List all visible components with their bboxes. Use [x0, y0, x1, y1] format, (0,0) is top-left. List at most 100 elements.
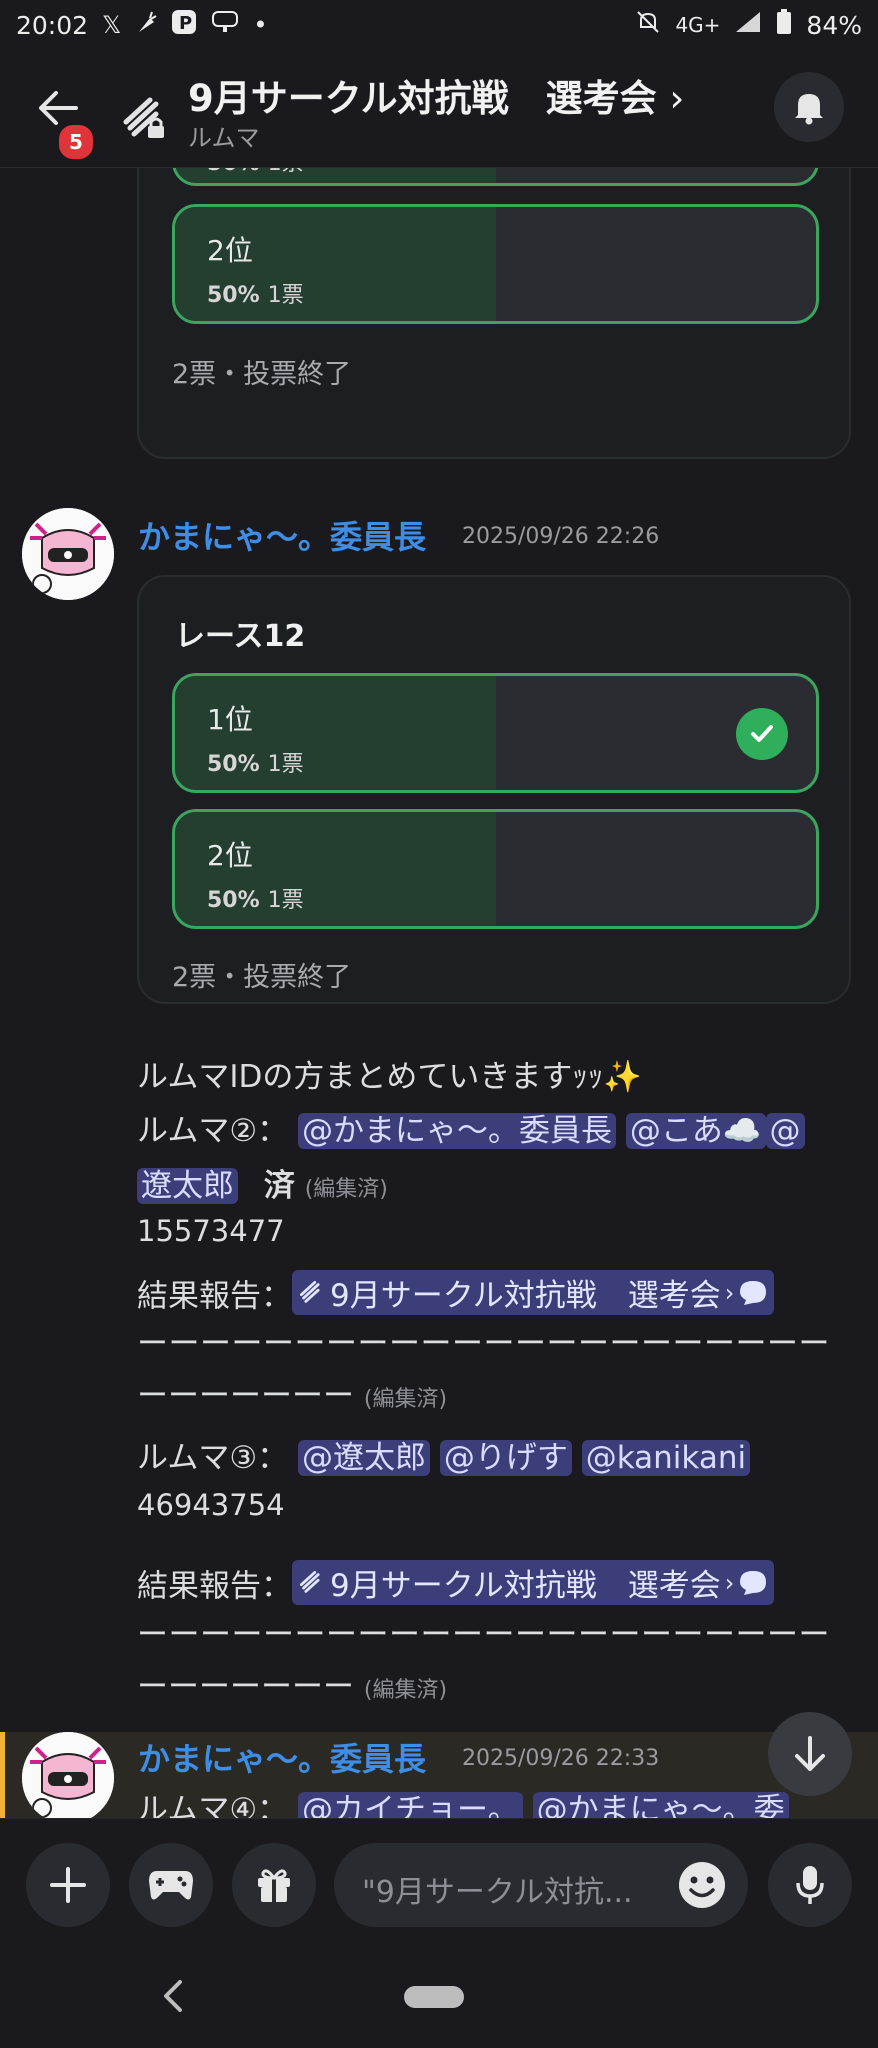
svg-text:P: P	[179, 13, 192, 34]
message-timestamp: 2025/09/26 22:33	[462, 1746, 660, 1771]
avatar[interactable]	[22, 1732, 114, 1818]
avatar-cat-icon	[22, 508, 114, 600]
mention[interactable]: 遼太郎	[137, 1168, 238, 1204]
status-right: 4G+ 84%	[635, 9, 862, 41]
message-input-placeholder: "9月サークル対抗...	[362, 1875, 633, 1910]
edited-label: (編集済)	[363, 1678, 448, 1703]
poll-option-partial[interactable]: 50% 1票	[172, 168, 819, 186]
poll-footer: 2票・投票終了	[172, 962, 352, 993]
unread-badge: 5	[56, 122, 96, 162]
thread-bubble-icon	[740, 1570, 767, 1595]
system-nav-bar	[0, 1948, 878, 2048]
gamepad-icon	[149, 1871, 193, 1900]
channel-link-text: 9月サークル対抗戦 選考会	[330, 1278, 721, 1314]
add-attachment-button[interactable]	[26, 1843, 110, 1927]
poll-option-votes: 1票	[268, 168, 304, 176]
message-line-r4: ルムマ④： @カイチョー。 @かまにゃ〜。委	[137, 1784, 789, 1818]
channel-link[interactable]: 9月サークル対抗戦 選考会 ›	[292, 1270, 775, 1315]
battery-percent: 84%	[806, 10, 862, 40]
avatar-cat-icon	[22, 1732, 114, 1818]
divider-dashes: ーーーーーーー	[137, 1378, 354, 1414]
home-pill[interactable]	[404, 1986, 464, 2008]
clock: 20:02	[16, 10, 89, 40]
poll-option-stats: 50% 1票	[207, 277, 304, 309]
message-line-r3: ルムマ③： @遼太郎 @りげす @kanikani	[137, 1432, 751, 1477]
checkmark-icon	[751, 725, 773, 742]
mention[interactable]: @遼太郎	[298, 1440, 431, 1476]
poll-option-label: 2位	[207, 234, 253, 267]
poll-option-label: 1位	[207, 703, 253, 736]
poll-card: レース12 1位 50% 1票 2位 50% 1票 2票・投票終了	[137, 575, 851, 1004]
thread-bubble-icon	[740, 1280, 767, 1305]
emoji-button[interactable]	[676, 1859, 728, 1911]
poll-footer: 2票・投票終了	[172, 359, 352, 390]
poll-option-2[interactable]: 2位 50% 1票	[172, 809, 819, 929]
forum-channel-icon	[299, 1570, 320, 1593]
mention[interactable]: @かまにゃ〜。委	[532, 1792, 789, 1818]
poll-option-1[interactable]: 1位 50% 1票	[172, 673, 819, 793]
poll-option-percent: 50%	[207, 752, 260, 777]
jump-to-latest-button[interactable]	[768, 1712, 852, 1796]
poll-option-percent: 50%	[207, 888, 260, 913]
line-prefix: ルムマ②：	[137, 1113, 289, 1149]
channel-header: 5 9月サークル対抗戦 選考会 › ルムマ	[0, 50, 878, 168]
signal-icon	[734, 10, 762, 40]
mention[interactable]: @カイチョー。	[298, 1792, 523, 1818]
done-mark: 済	[263, 1168, 295, 1204]
gift-button[interactable]	[232, 1843, 316, 1927]
message-line-report: 結果報告： 9月サークル対抗戦 選考会 ›	[137, 1560, 775, 1606]
voice-message-button[interactable]	[768, 1843, 852, 1927]
notification-dot-icon: •	[253, 11, 268, 39]
message-line-r2: ルムマ②： @かまにゃ〜。委員長 @こあ☁️ @	[137, 1105, 805, 1150]
bell-icon	[795, 94, 823, 125]
channel-link[interactable]: 9月サークル対抗戦 選考会 ›	[292, 1560, 775, 1605]
edited-label: (編集済)	[363, 1387, 448, 1412]
network-type: 4G+	[675, 13, 721, 37]
edited-label: (編集済)	[304, 1177, 388, 1202]
line-prefix: 結果報告：	[137, 1278, 292, 1315]
activities-button[interactable]	[129, 1843, 213, 1927]
forum-channel-icon	[299, 1280, 320, 1303]
poll-option-stats: 50% 1票	[207, 882, 304, 914]
mention[interactable]: @りげす	[439, 1440, 572, 1476]
channel-title[interactable]: 9月サークル対抗戦 選考会 ›	[188, 68, 684, 122]
poll-question: レース12	[175, 619, 306, 654]
message-author[interactable]: かまにゃ〜。委員長	[138, 1734, 426, 1780]
mention[interactable]: @かまにゃ〜。委員長	[298, 1113, 617, 1149]
avatar[interactable]	[22, 508, 114, 600]
message-line-r2-cont: 遼太郎 済 (編集済)	[137, 1160, 388, 1205]
message-input[interactable]: "9月サークル対抗...	[334, 1843, 748, 1927]
p-app-icon: P	[171, 9, 197, 41]
divider-dashes-end: ーーーーーーー (編集済)	[137, 1661, 447, 1706]
poll-option-2[interactable]: 2位 50% 1票	[172, 204, 819, 324]
plus-icon	[50, 1867, 86, 1903]
poll-option-stats: 50% 1票	[207, 746, 304, 778]
line-prefix: 結果報告：	[137, 1568, 292, 1605]
room-id: 46943754	[137, 1488, 285, 1522]
mention[interactable]: @	[765, 1113, 805, 1149]
poll-option-label: 2位	[207, 839, 253, 872]
chevron-right-icon: ›	[724, 1278, 735, 1307]
status-bar: 20:02 𝕏 P • 4G+ 84%	[0, 0, 878, 50]
mention[interactable]: @kanikani	[581, 1440, 751, 1476]
poll-option-stats: 50% 1票	[207, 168, 304, 177]
notification-bell-button[interactable]	[774, 72, 844, 142]
poll-option-votes: 1票	[267, 283, 304, 308]
poll-option-votes: 1票	[267, 888, 304, 913]
battery-icon	[776, 9, 792, 41]
poll-option-votes: 1票	[267, 752, 304, 777]
arrow-down-icon	[795, 1736, 825, 1771]
message-list[interactable]: 50% 1票 2位 50% 1票 2票・投票終了 かまにゃ〜。委員長 2025/09…	[0, 168, 878, 1818]
poll-option-percent: 50%	[207, 283, 260, 308]
line-prefix: ルムマ④：	[137, 1792, 289, 1818]
highlighted-message[interactable]: かまにゃ〜。委員長 2025/09/26 22:33 ルムマ④： @カイチョー。…	[0, 1732, 878, 1818]
carrot-app-icon	[135, 10, 157, 40]
mention[interactable]: @こあ☁️	[625, 1113, 766, 1149]
channel-title-text: 9月サークル対抗戦 選考会	[188, 77, 657, 120]
bell-off-icon	[635, 9, 661, 41]
system-back-button[interactable]	[160, 1978, 186, 2018]
message-author[interactable]: かまにゃ〜。委員長	[138, 512, 426, 558]
gift-icon	[258, 1869, 290, 1902]
voicemail-icon	[211, 10, 239, 40]
poll-card-previous: 50% 1票 2位 50% 1票 2票・投票終了	[137, 168, 851, 459]
